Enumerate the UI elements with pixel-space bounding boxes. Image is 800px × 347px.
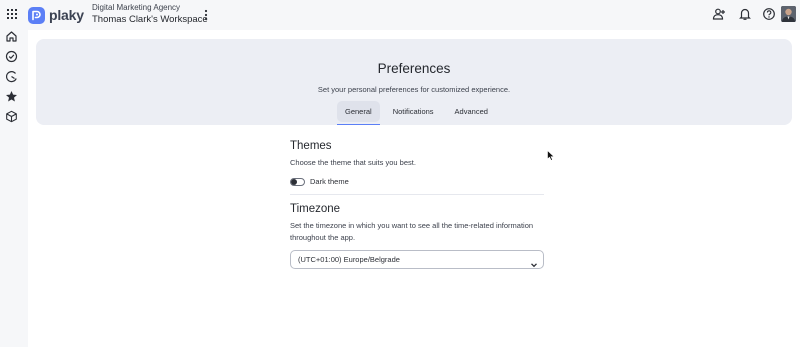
themes-title: Themes (290, 140, 332, 152)
top-bar: plaky Digital Marketing Agency Thomas Cl… (0, 0, 800, 30)
timezone-select[interactable]: (UTC+01:00) Europe/Belgrade (290, 250, 544, 269)
timezone-select-value: (UTC+01:00) Europe/Belgrade (298, 255, 400, 264)
organization-name: Digital Marketing Agency (92, 3, 181, 12)
page-subtitle: Set your personal preferences for custom… (317, 85, 511, 94)
dark-theme-toggle-row[interactable]: Dark theme (290, 177, 349, 186)
timezone-description-line2: throughout the app. (290, 233, 356, 242)
section-divider (290, 194, 544, 195)
more-vertical-icon[interactable] (203, 8, 209, 21)
main-content: Preferences Set your personal preference… (28, 30, 800, 347)
timezone-description-line1: Set the timezone in which you want to se… (290, 221, 534, 230)
help-icon[interactable] (762, 7, 776, 21)
plaky-logo-icon (28, 6, 45, 24)
tab-general[interactable]: General (337, 101, 380, 125)
check-circle-icon[interactable] (5, 50, 18, 63)
logo-text: plaky (49, 7, 84, 23)
apps-grid-icon[interactable] (7, 9, 17, 19)
dark-theme-toggle[interactable] (290, 177, 305, 186)
home-icon[interactable] (5, 30, 18, 43)
themes-description: Choose the theme that suits you best. (290, 158, 416, 167)
bell-icon[interactable] (738, 7, 752, 21)
workspace-name[interactable]: Thomas Clark's Workspace (92, 14, 208, 25)
avatar[interactable] (781, 6, 796, 22)
star-icon[interactable] (5, 90, 18, 103)
page-title: Preferences (377, 61, 451, 76)
dark-theme-label: Dark theme (310, 177, 349, 186)
chevron-down-icon (530, 256, 538, 268)
plaky-logo[interactable]: plaky (28, 6, 84, 24)
cube-icon[interactable] (5, 110, 18, 123)
tab-notifications[interactable]: Notifications (385, 101, 442, 122)
timezone-title: Timezone (290, 203, 341, 215)
add-user-icon[interactable] (712, 7, 726, 21)
preferences-tabs: General Notifications Advanced (337, 101, 501, 125)
tab-advanced[interactable]: Advanced (447, 101, 496, 122)
mouse-cursor-icon (547, 148, 555, 161)
preferences-header: Preferences Set your personal preference… (36, 39, 792, 125)
toggle-knob (291, 178, 297, 185)
sidebar (0, 30, 28, 347)
chart-clock-icon[interactable] (5, 70, 18, 83)
